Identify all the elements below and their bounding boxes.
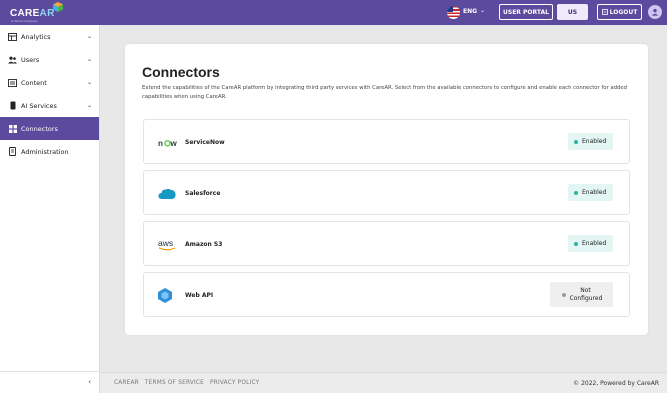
- status-dot: [561, 292, 566, 297]
- user-portal-button[interactable]: USER PORTAL: [499, 4, 553, 20]
- connector-name: ServiceNow: [185, 139, 225, 146]
- status-dot: [574, 241, 578, 246]
- sidebar-item-label: Analytics: [21, 32, 51, 41]
- sidebar: Analytics ⌄ Users ⌄ Content ⌄ AI Service…: [0, 25, 100, 393]
- footer-link-terms[interactable]: TERMS OF SERVICE: [145, 380, 204, 386]
- sidebar-item-label: Users: [21, 55, 40, 64]
- connector-name: Amazon S3: [185, 241, 223, 248]
- top-bar: CAREAR A Xerox Company ENG ⌄ USER PORTAL…: [0, 0, 667, 25]
- grid-icon: [8, 124, 17, 133]
- admin-icon: [8, 147, 17, 156]
- svg-text:n: n: [158, 139, 163, 147]
- page-description: Extend the capabilities of the CareAR pl…: [142, 85, 627, 100]
- language-selector[interactable]: ENG: [463, 8, 477, 15]
- status-dot: [574, 190, 578, 195]
- salesforce-icon: [158, 186, 182, 201]
- footer-link-privacy[interactable]: PRIVACY POLICY: [210, 380, 259, 386]
- chevron-down-icon: ⌄: [86, 56, 92, 63]
- status-label: Not Configured: [569, 286, 603, 302]
- sidebar-footer: ‹: [0, 371, 100, 393]
- sidebar-item-label: Administration: [21, 147, 69, 156]
- sidebar-item-analytics[interactable]: Analytics ⌄: [0, 25, 99, 48]
- status-label: Enabled: [582, 189, 607, 196]
- chevron-down-icon[interactable]: ⌄: [480, 7, 485, 14]
- svg-text:aws: aws: [158, 238, 173, 248]
- chevron-down-icon: ⌄: [86, 102, 92, 109]
- logout-icon: [601, 9, 608, 15]
- page-title: Connectors: [142, 64, 220, 80]
- chevron-left-icon[interactable]: ‹: [88, 378, 91, 386]
- sidebar-item-label: AI Services: [21, 101, 57, 110]
- chevron-down-icon: ⌄: [86, 33, 92, 40]
- sidebar-item-content[interactable]: Content ⌄: [0, 71, 99, 94]
- user-icon: [651, 8, 659, 16]
- svg-text:w: w: [170, 139, 178, 147]
- region-button[interactable]: US: [557, 4, 588, 20]
- status-label: Enabled: [582, 240, 607, 247]
- status-badge: Enabled: [568, 184, 613, 201]
- us-flag-icon[interactable]: [447, 6, 460, 19]
- connector-salesforce[interactable]: Salesforce Enabled: [143, 170, 630, 215]
- chevron-down-icon: ⌄: [86, 79, 92, 86]
- connector-name: Salesforce: [185, 190, 221, 197]
- status-label: Enabled: [582, 138, 607, 145]
- connector-web-api[interactable]: Web API Not Configured: [143, 272, 630, 317]
- servicenow-icon: nw: [158, 135, 182, 150]
- carear-logo[interactable]: CAREAR A Xerox Company: [10, 2, 70, 23]
- footer-link-carear[interactable]: CAREAR: [114, 380, 139, 386]
- page-footer: CAREAR TERMS OF SERVICE PRIVACY POLICY © 2…: [100, 372, 667, 393]
- sidebar-item-ai-services[interactable]: AI Services ⌄: [0, 94, 99, 117]
- connectors-card: Connectors Extend the capabilities of th…: [125, 44, 648, 335]
- sidebar-item-users[interactable]: Users ⌄: [0, 48, 99, 71]
- analytics-icon: [8, 32, 17, 41]
- users-icon: [8, 55, 17, 64]
- logo-cube-icon: [53, 2, 63, 12]
- copyright-text: © 2022, Powered by CareAR: [573, 380, 659, 387]
- sidebar-item-connectors[interactable]: Connectors: [0, 117, 99, 140]
- webapi-icon: [158, 288, 182, 303]
- status-badge: Not Configured: [550, 282, 613, 307]
- status-badge: Enabled: [568, 235, 613, 252]
- content-icon: [8, 78, 17, 87]
- connector-name: Web API: [185, 292, 214, 299]
- connector-amazon-s3[interactable]: aws Amazon S3 Enabled: [143, 221, 630, 266]
- logout-button[interactable]: LOGOUT: [597, 4, 642, 20]
- aws-icon: aws: [158, 237, 182, 252]
- connector-servicenow[interactable]: nw ServiceNow Enabled: [143, 119, 630, 164]
- logo-text: CARE: [10, 8, 40, 19]
- logout-label: LOGOUT: [609, 8, 638, 16]
- logo-subtitle: A Xerox Company: [11, 19, 38, 23]
- sidebar-item-administration[interactable]: Administration: [0, 140, 99, 163]
- ai-icon: [8, 101, 17, 110]
- sidebar-item-label: Connectors: [21, 124, 58, 133]
- avatar[interactable]: [648, 5, 662, 19]
- status-badge: Enabled: [568, 133, 613, 150]
- footer-links: CAREAR TERMS OF SERVICE PRIVACY POLICY: [114, 380, 265, 386]
- sidebar-item-label: Content: [21, 78, 47, 87]
- status-dot: [574, 139, 578, 144]
